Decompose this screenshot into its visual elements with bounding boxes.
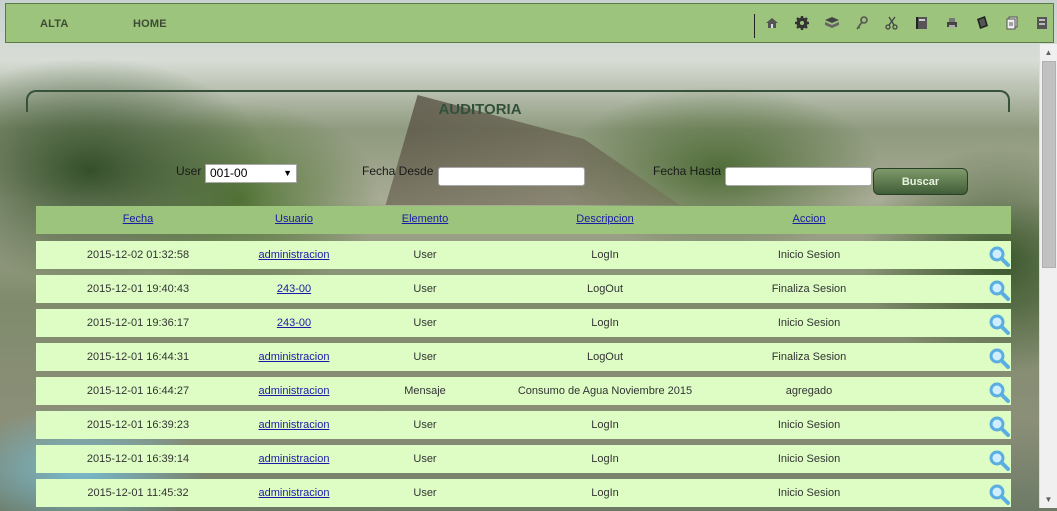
top-bar: ALTA HOME [5, 3, 1054, 43]
scroll-down-icon[interactable]: ▼ [1040, 491, 1057, 508]
table-row: 2015-12-02 01:32:58 administracion User Log… [36, 241, 1011, 269]
cell-usuario-link[interactable]: 243-00 [234, 283, 354, 295]
user-label: User [176, 164, 202, 178]
magnifier-icon[interactable] [988, 313, 1010, 335]
header-fecha[interactable]: Fecha [108, 213, 168, 225]
table-row: 2015-12-01 19:36:17 243-00 User LogIn Inicio… [36, 309, 1011, 337]
toolbar-separator [754, 14, 755, 38]
cell-usuario-link[interactable]: administracion [234, 419, 354, 431]
fecha-desde-input[interactable] [438, 167, 585, 186]
documents-icon[interactable] [1004, 15, 1020, 31]
cell-accion: Inicio Sesion [777, 487, 841, 499]
cell-accion: Inicio Sesion [777, 249, 841, 261]
cell-accion: Finaliza Sesion [771, 351, 847, 363]
table-row: 2015-12-01 16:39:23 administracion User Log… [36, 411, 1011, 439]
magnifier-icon[interactable] [988, 279, 1010, 301]
fecha-hasta-input[interactable] [725, 167, 872, 186]
notebook-icon[interactable] [914, 15, 930, 31]
cell-accion: Finaliza Sesion [771, 283, 847, 295]
server-icon[interactable] [1034, 15, 1050, 31]
cell-descripcion: LogOut [586, 283, 624, 295]
cell-descripcion: LogIn [591, 453, 619, 465]
cell-usuario-link[interactable]: administracion [234, 385, 354, 397]
cell-elemento: User [413, 453, 437, 465]
cell-fecha: 2015-12-01 19:40:43 [86, 283, 190, 295]
cell-elemento: User [413, 419, 437, 431]
magnifier-icon[interactable] [988, 483, 1010, 505]
vertical-scrollbar[interactable]: ▲ ▼ [1039, 44, 1057, 508]
magnifier-icon[interactable] [988, 449, 1010, 471]
magnifier-icon[interactable] [988, 245, 1010, 267]
header-accion[interactable]: Accion [769, 213, 849, 225]
cell-descripcion: LogIn [591, 317, 619, 329]
cell-usuario-link[interactable]: administracion [234, 453, 354, 465]
cell-elemento: Mensaje [404, 385, 446, 397]
buscar-button[interactable]: Buscar [873, 168, 968, 195]
table-row: 2015-12-01 16:44:31 administracion User Log… [36, 343, 1011, 371]
table-header: Fecha Usuario Elemento Descripcion Accio… [36, 206, 1011, 234]
cell-accion: agregado [785, 385, 833, 397]
home-icon[interactable] [764, 15, 780, 31]
fecha-hasta-label: Fecha Hasta [653, 164, 722, 178]
cell-descripcion: Consumo de Agua Noviembre 2015 [517, 385, 693, 397]
table-row: 2015-12-01 16:44:27 administracion Mensaje… [36, 377, 1011, 405]
header-descripcion[interactable]: Descripcion [555, 213, 655, 225]
page-title: AUDITORIA [438, 101, 522, 118]
table-row: 2015-12-01 19:40:43 243-00 User LogOut Final… [36, 275, 1011, 303]
cell-descripcion: LogIn [591, 419, 619, 431]
chevron-down-icon: ▼ [283, 168, 292, 178]
user-select[interactable]: 001-00 ▼ [205, 164, 297, 183]
cell-descripcion: LogOut [586, 351, 624, 363]
header-usuario[interactable]: Usuario [254, 213, 334, 225]
cell-descripcion: LogIn [591, 487, 619, 499]
cell-elemento: User [413, 317, 437, 329]
cell-elemento: User [413, 487, 437, 499]
gear-icon[interactable] [794, 15, 810, 31]
cell-accion: Inicio Sesion [777, 453, 841, 465]
cell-fecha: 2015-12-01 19:36:17 [86, 317, 190, 329]
scroll-thumb[interactable] [1042, 61, 1056, 268]
cell-usuario-link[interactable]: administracion [234, 351, 354, 363]
cell-elemento: User [413, 283, 437, 295]
nav-alta-link[interactable]: ALTA [40, 18, 69, 30]
tablet-icon[interactable] [974, 15, 990, 31]
printer-icon[interactable] [944, 15, 960, 31]
scroll-up-icon[interactable]: ▲ [1040, 44, 1057, 61]
cell-usuario-link[interactable]: administracion [234, 487, 354, 499]
cell-fecha: 2015-12-01 16:39:23 [86, 419, 190, 431]
cell-fecha: 2015-12-01 16:44:27 [86, 385, 190, 397]
cell-fecha: 2015-12-01 16:39:14 [86, 453, 190, 465]
magnifier-icon[interactable] [988, 415, 1010, 437]
cell-fecha: 2015-12-02 01:32:58 [86, 249, 190, 261]
cell-fecha: 2015-12-01 16:44:31 [86, 351, 190, 363]
header-elemento[interactable]: Elemento [385, 213, 465, 225]
fecha-desde-label: Fecha Desde [362, 164, 434, 178]
key-icon[interactable] [854, 15, 870, 31]
cell-accion: Inicio Sesion [777, 317, 841, 329]
book-icon[interactable] [824, 15, 840, 31]
cell-usuario-link[interactable]: 243-00 [234, 317, 354, 329]
cell-elemento: User [413, 351, 437, 363]
cell-fecha: 2015-12-01 11:45:32 [87, 487, 189, 499]
table-row: 2015-12-01 11:45:32 administracion User Log… [36, 479, 1011, 507]
scissors-icon[interactable] [884, 15, 900, 31]
cell-elemento: User [413, 249, 437, 261]
cell-usuario-link[interactable]: administracion [234, 249, 354, 261]
cell-descripcion: LogIn [591, 249, 619, 261]
magnifier-icon[interactable] [988, 347, 1010, 369]
magnifier-icon[interactable] [988, 381, 1010, 403]
cell-accion: Inicio Sesion [777, 419, 841, 431]
table-row: 2015-12-01 16:39:14 administracion User Log… [36, 445, 1011, 473]
nav-home-link[interactable]: HOME [133, 18, 167, 30]
user-select-value: 001-00 [210, 166, 248, 180]
